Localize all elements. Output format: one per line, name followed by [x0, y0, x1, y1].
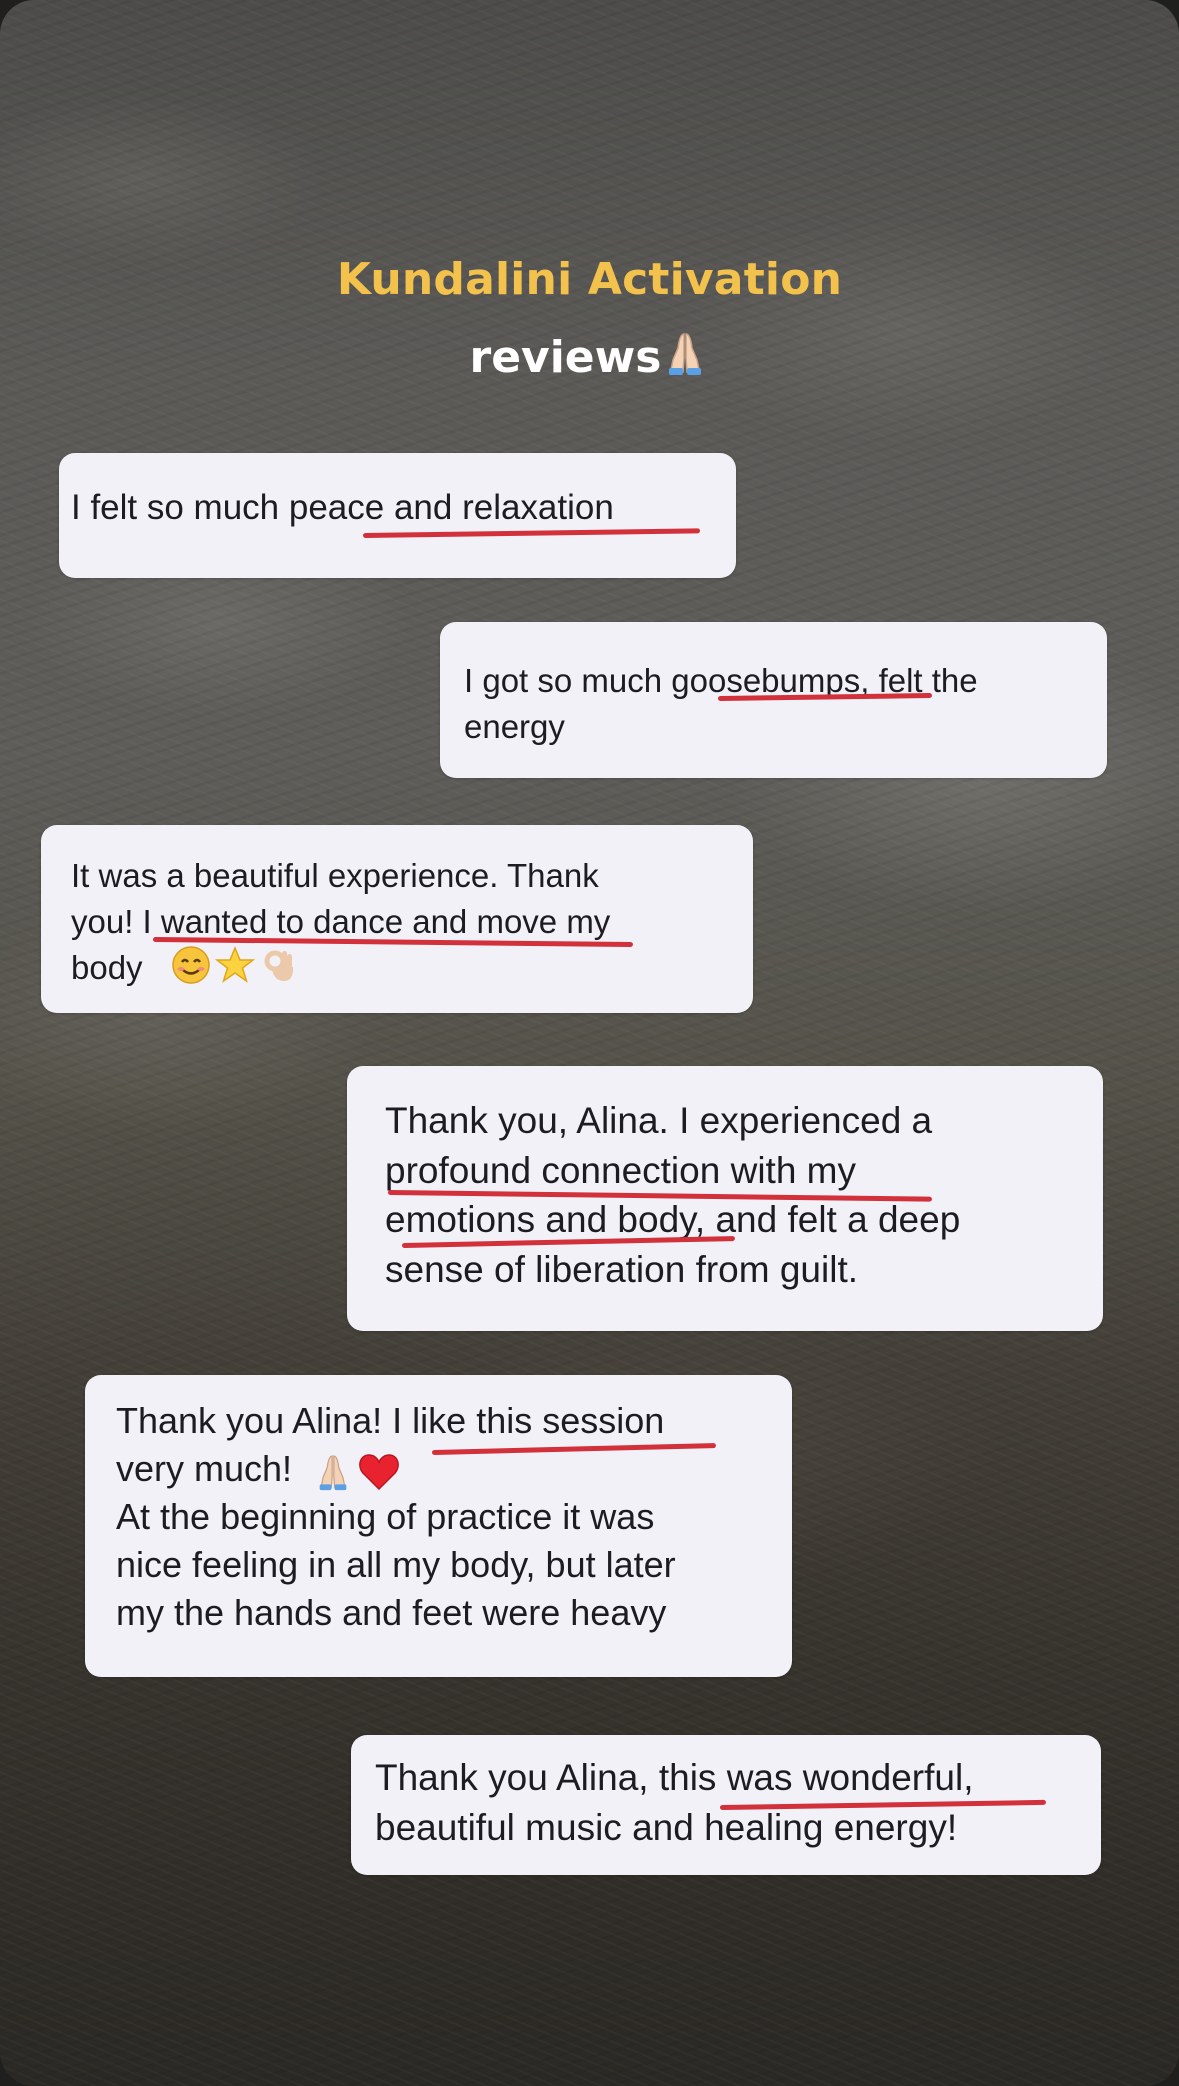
page-title: Kundalini Activation	[336, 254, 843, 305]
smiling-face-icon	[172, 946, 210, 984]
folded-hands-icon	[669, 333, 702, 375]
review-emojis	[171, 945, 300, 985]
review-text: Thank you Alina! I like this session ver…	[116, 1400, 676, 1633]
review-card: Thank you Alina! I like this session ver…	[85, 1375, 792, 1677]
review-text: I got so much goosebumps, felt the energ…	[464, 662, 978, 745]
review-emojis	[313, 1449, 401, 1491]
star-icon	[215, 946, 256, 983]
review-text: It was a beautiful experience. Thank you…	[71, 857, 611, 986]
subtitle-label: reviews	[469, 332, 662, 383]
red-heart-icon	[359, 1454, 400, 1491]
story-canvas: Kundalini Activation reviews I felt so m…	[0, 0, 1179, 2086]
page-subtitle: reviews	[0, 328, 1179, 383]
folded-hands-icon	[319, 1455, 347, 1491]
review-card: It was a beautiful experience. Thank you…	[41, 825, 753, 1013]
review-text: I felt so much peace and relaxation	[71, 488, 614, 527]
review-card: I felt so much peace and relaxation	[59, 453, 736, 578]
ok-hand-icon	[264, 950, 293, 981]
